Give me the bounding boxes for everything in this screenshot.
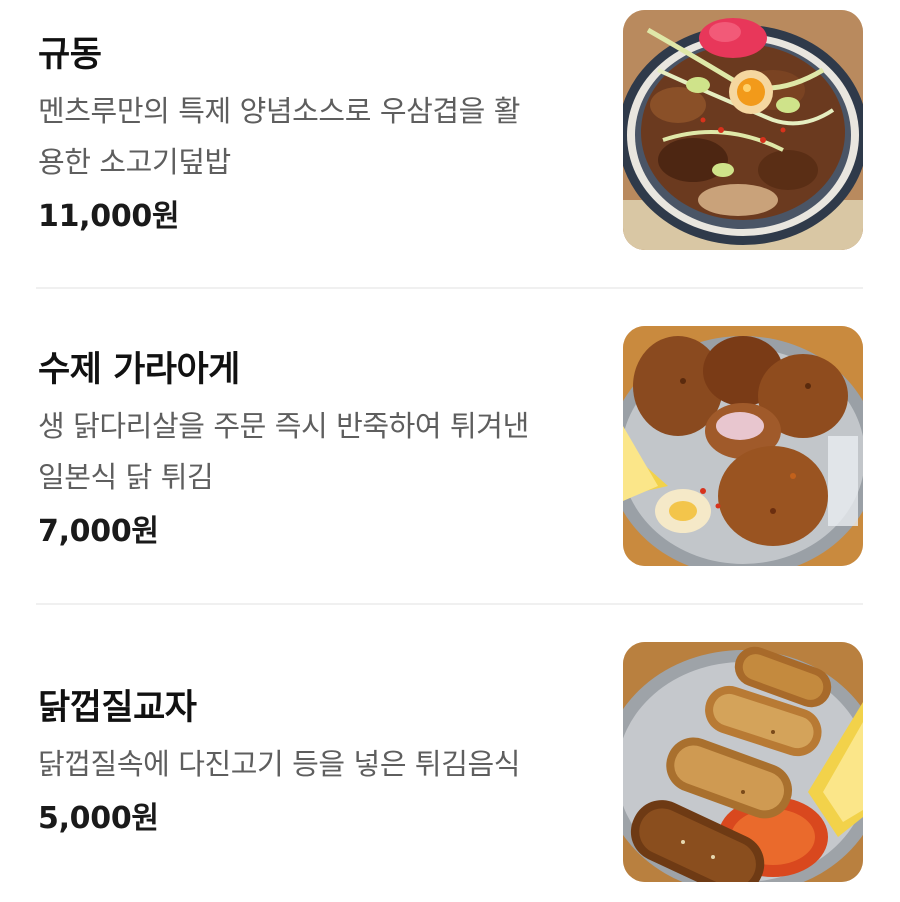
menu-item-price: 11,000원 [38,199,180,234]
menu-item-text: 규동 멘츠루만의 특제 양념소스로 우삼겹을 활 용한 소고기덮밥 11,000… [38,34,598,237]
chicken-skin-gyoza-photo[interactable] [623,642,863,882]
menu-item-gyudon[interactable]: 규동 멘츠루만의 특제 양념소스로 우삼겹을 활 용한 소고기덮밥 11,000… [0,0,900,288]
menu-item-description: 닭껍질속에 다진고기 등을 넣은 튀김음식 [38,739,598,790]
menu-item-description-line: 용한 소고기덮밥 [38,145,231,179]
menu-item-chicken-skin-gyoza[interactable]: 닭껍질교자 닭껍질속에 다진고기 등을 넣은 튀김음식 5,000원 [0,605,900,902]
menu-list: 규동 멘츠루만의 특제 양념소스로 우삼겹을 활 용한 소고기덮밥 11,000… [0,0,900,902]
fried-chicken-photo[interactable] [623,326,863,566]
menu-item-description-line: 멘츠루만의 특제 양념소스로 우삼겹을 활 [38,94,521,128]
menu-item-price: 7,000원 [38,514,159,549]
beef-bowl-photo[interactable] [623,10,863,250]
menu-item-text: 수제 가라아게 생 닭다리살을 주문 즉시 반죽하여 튀겨낸 일본식 닭 튀김 … [38,349,598,552]
menu-item-text: 닭껍질교자 닭껍질속에 다진고기 등을 넣은 튀김음식 5,000원 [38,687,598,839]
menu-item-name: 수제 가라아게 [38,350,240,390]
menu-item-name: 규동 [38,35,102,75]
menu-item-description: 생 닭다리살을 주문 즉시 반죽하여 튀겨낸 일본식 닭 튀김 [38,401,598,503]
chicken-skin-gyoza-image [623,642,863,882]
menu-item-karaage[interactable]: 수제 가라아게 생 닭다리살을 주문 즉시 반죽하여 튀겨낸 일본식 닭 튀김 … [0,289,900,604]
menu-item-description-line: 일본식 닭 튀김 [38,460,214,494]
menu-item-description-line: 생 닭다리살을 주문 즉시 반죽하여 튀겨낸 [38,409,529,443]
menu-item-price: 5,000원 [38,801,159,836]
beef-bowl-image [623,10,863,250]
fried-chicken-image [623,326,863,566]
menu-item-description-line: 닭껍질속에 다진고기 등을 넣은 튀김음식 [38,747,521,781]
menu-item-description: 멘츠루만의 특제 양념소스로 우삼겹을 활 용한 소고기덮밥 [38,86,598,188]
menu-item-name: 닭껍질교자 [38,688,197,728]
